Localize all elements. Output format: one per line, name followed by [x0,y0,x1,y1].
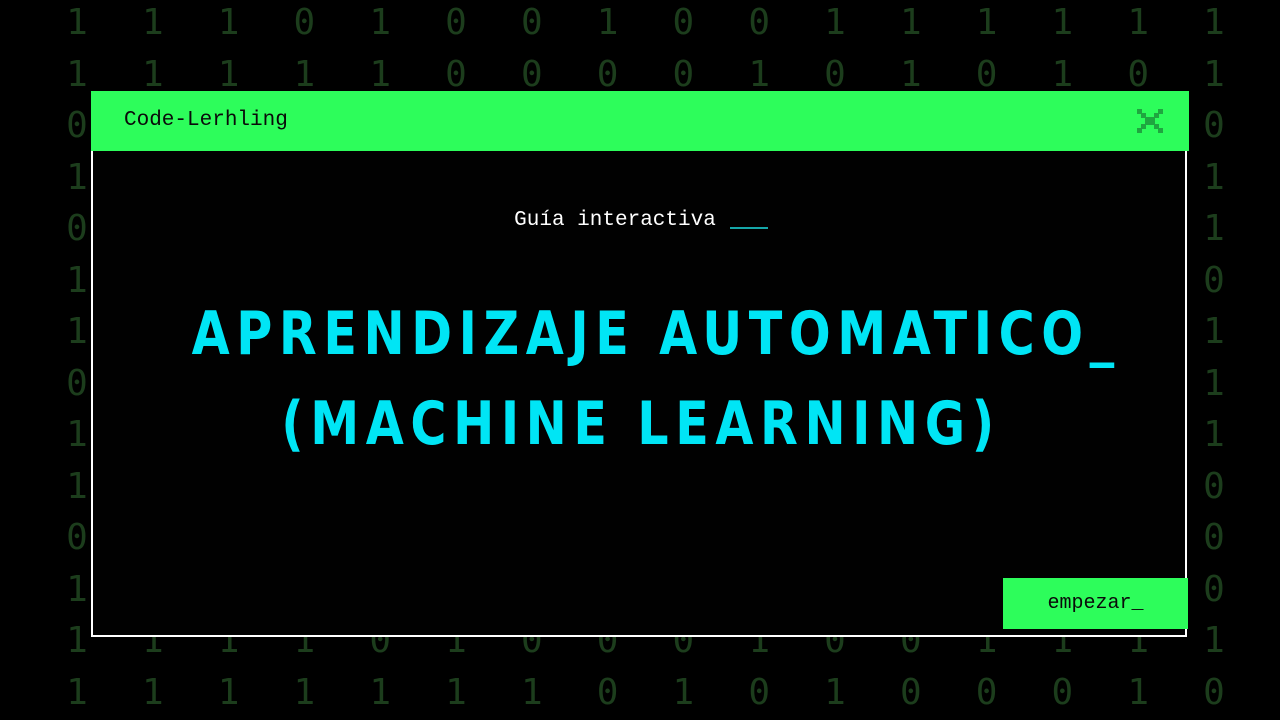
binary-digit: 0 [1203,517,1225,558]
binary-digit: 1 [141,2,164,43]
binary-digit: 1 [66,156,88,198]
binary-digit: 1 [1127,2,1150,43]
binary-digit: 0 [748,671,771,713]
binary-digit: 1 [141,671,164,713]
binary-digit: 1 [1203,53,1225,95]
binary-digit: 1 [66,465,88,507]
binary-digit: 1 [1203,414,1225,455]
binary-digit: 0 [1203,105,1225,146]
subtitle-underline [729,227,768,229]
binary-digit: 0 [596,671,619,713]
close-button[interactable] [1137,109,1163,133]
binary-digit: 0 [1203,671,1225,713]
main-title-line-1: APRENDIZAJE AUTOMATICO_ [191,299,1121,369]
binary-digit: 1 [66,568,88,610]
binary-digit: 1 [899,2,922,43]
binary-digit: 1 [824,2,846,43]
binary-digit: 1 [66,311,88,352]
binary-digit: 0 [445,2,467,43]
binary-digit: 1 [66,671,88,713]
binary-digit: 1 [672,671,695,713]
binary-digit: 0 [1203,568,1225,610]
binary-digit-row: 1 1 1 1 1 1 1 0 1 0 1 0 0 0 1 0 [0,667,1280,718]
binary-digit: 0 [520,2,543,43]
binary-digit: 1 [1203,620,1225,661]
window-titlebar: Code-Lerhling [91,91,1189,151]
binary-digit: 1 [520,671,543,713]
binary-digit: 1 [369,671,392,713]
binary-digit: 0 [66,517,88,558]
binary-digit: 1 [217,671,240,713]
binary-digit: 0 [975,671,998,713]
binary-digit: 1 [1051,2,1074,43]
main-title-line-2: (MACHINE LEARNING) [281,389,1001,459]
binary-digit: 1 [1203,2,1225,43]
binary-digit: 1 [1127,671,1150,713]
binary-digit: 1 [824,671,846,713]
binary-digit: 0 [899,671,922,713]
binary-digit: 1 [1203,362,1225,404]
binary-digit: 0 [1203,259,1225,301]
binary-digit: 1 [217,2,240,43]
subtitle-text: Guía interactiva [514,209,716,232]
binary-digit-row: 1 1 1 0 1 0 0 1 0 0 1 1 1 1 1 1 [0,0,1280,48]
binary-digit: 0 [1203,465,1225,507]
start-button[interactable]: empezar_ [1003,578,1188,629]
binary-digit: 0 [672,2,695,43]
binary-digit: 0 [66,105,88,146]
binary-digit: 1 [66,53,88,95]
window-title: Code-Lerhling [124,109,288,132]
binary-digit: 0 [1051,671,1074,713]
binary-digit: 1 [1203,156,1225,198]
binary-digit: 0 [66,208,88,249]
binary-digit: 1 [66,2,88,43]
binary-digit: 1 [66,414,88,455]
dialog-window: Code-Lerhling Guía interactiva APRENDIZA… [91,91,1189,637]
close-x-icon [1137,109,1163,133]
binary-digit: 1 [369,2,392,43]
binary-digit: 1 [66,259,88,301]
binary-digit: 1 [596,2,619,43]
subtitle-line: Guía interactiva [93,209,1189,232]
binary-digit: 1 [293,671,316,713]
binary-digit: 1 [975,2,998,43]
binary-digit: 0 [293,2,316,43]
main-title: APRENDIZAJE AUTOMATICO_ (MACHINE LEARNIN… [93,289,1189,469]
binary-digit: 1 [66,620,88,661]
binary-digit: 1 [1203,208,1225,249]
binary-digit: 0 [748,2,771,43]
binary-digit: 0 [66,362,88,404]
binary-digit: 1 [445,671,467,713]
binary-digit: 1 [1203,311,1225,352]
